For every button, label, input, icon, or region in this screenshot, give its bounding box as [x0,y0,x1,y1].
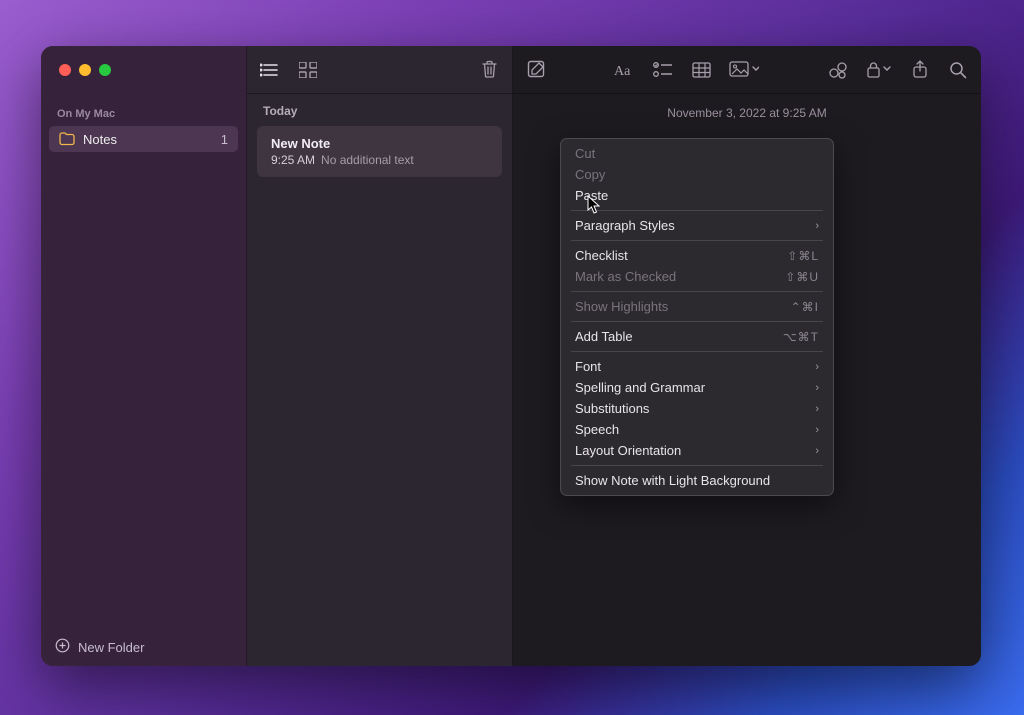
menu-item-paragraph-styles[interactable]: Paragraph Styles › [561,215,833,236]
menu-item-label: Spelling and Grammar [575,380,705,395]
share-button[interactable] [909,59,931,81]
editor-toolbar: Aa [513,46,981,94]
chevron-right-icon: › [815,220,819,232]
menu-separator [571,321,823,322]
folder-icon [59,131,75,147]
sidebar: On My Mac Notes 1 New Folder [41,46,247,666]
list-section-header: Today [247,94,512,124]
note-subtitle: 9:25 AM No additional text [271,153,488,167]
checklist-button[interactable] [652,59,674,81]
notes-list-column: Today New Note 9:25 AM No additional text [247,46,513,666]
note-time: 9:25 AM [271,153,315,167]
context-menu: Cut Copy Paste Paragraph Styles › Checklist ⇧⌘… [560,138,834,496]
menu-item-show-note-with-light-background[interactable]: Show Note with Light Background [561,470,833,491]
window-controls [41,46,246,94]
menu-item-speech[interactable]: Speech › [561,419,833,440]
note-list-item[interactable]: New Note 9:25 AM No additional text [257,126,502,177]
menu-item-copy: Copy [561,164,833,185]
menu-item-cut: Cut [561,143,833,164]
chevron-right-icon: › [815,382,819,394]
menu-item-substitutions[interactable]: Substitutions › [561,398,833,419]
menu-item-shortcut: ⌥⌘T [783,330,819,344]
gallery-view-button[interactable] [297,59,319,81]
svg-text:Aa: Aa [614,64,631,78]
menu-item-mark-as-checked: Mark as Checked ⇧⌘U [561,266,833,287]
table-button[interactable] [690,59,712,81]
menu-item-label: Paste [575,188,608,203]
menu-item-label: Copy [575,167,605,182]
link-button[interactable] [827,59,849,81]
compose-button[interactable] [525,59,547,81]
menu-item-label: Layout Orientation [575,443,681,458]
notes-app-window: On My Mac Notes 1 New Folder [41,46,981,666]
menu-item-label: Show Note with Light Background [575,473,770,488]
plus-circle-icon [55,638,70,656]
close-window-button[interactable] [59,64,71,76]
menu-item-label: Speech [575,422,619,437]
menu-item-layout-orientation[interactable]: Layout Orientation › [561,440,833,461]
menu-separator [571,240,823,241]
menu-item-shortcut: ⇧⌘U [785,270,819,284]
menu-item-add-table[interactable]: Add Table ⌥⌘T [561,326,833,347]
menu-item-shortcut: ⌃⌘I [791,300,819,314]
lock-button[interactable] [865,59,893,81]
new-folder-button[interactable]: New Folder [41,628,246,666]
menu-item-label: Substitutions [575,401,649,416]
sidebar-section-label: On My Mac [41,94,246,126]
menu-item-label: Cut [575,146,595,161]
chevron-right-icon: › [815,403,819,415]
menu-separator [571,291,823,292]
note-timestamp: November 3, 2022 at 9:25 AM [513,94,981,132]
menu-separator [571,210,823,211]
menu-item-label: Checklist [575,248,628,263]
note-title: New Note [271,136,488,151]
sidebar-folder-notes[interactable]: Notes 1 [49,126,238,152]
folder-name: Notes [83,132,117,147]
note-preview: No additional text [321,153,414,167]
menu-item-show-highlights: Show Highlights ⌃⌘I [561,296,833,317]
format-text-button[interactable]: Aa [614,59,636,81]
menu-item-label: Font [575,359,601,374]
chevron-right-icon: › [815,361,819,373]
menu-item-spelling-and-grammar[interactable]: Spelling and Grammar › [561,377,833,398]
menu-separator [571,351,823,352]
media-button[interactable] [728,59,760,81]
minimize-window-button[interactable] [79,64,91,76]
menu-item-font[interactable]: Font › [561,356,833,377]
folder-count: 1 [221,132,228,147]
new-folder-label: New Folder [78,640,144,655]
menu-item-label: Paragraph Styles [575,218,675,233]
fullscreen-window-button[interactable] [99,64,111,76]
chevron-right-icon: › [815,424,819,436]
menu-item-shortcut: ⇧⌘L [787,249,819,263]
menu-separator [571,465,823,466]
search-button[interactable] [947,59,969,81]
delete-note-button[interactable] [478,59,500,81]
menu-item-label: Show Highlights [575,299,668,314]
menu-item-checklist[interactable]: Checklist ⇧⌘L [561,245,833,266]
chevron-right-icon: › [815,445,819,457]
menu-item-paste[interactable]: Paste [561,185,833,206]
list-toolbar [247,46,512,94]
menu-item-label: Mark as Checked [575,269,676,284]
menu-item-label: Add Table [575,329,633,344]
list-view-button[interactable] [259,59,281,81]
